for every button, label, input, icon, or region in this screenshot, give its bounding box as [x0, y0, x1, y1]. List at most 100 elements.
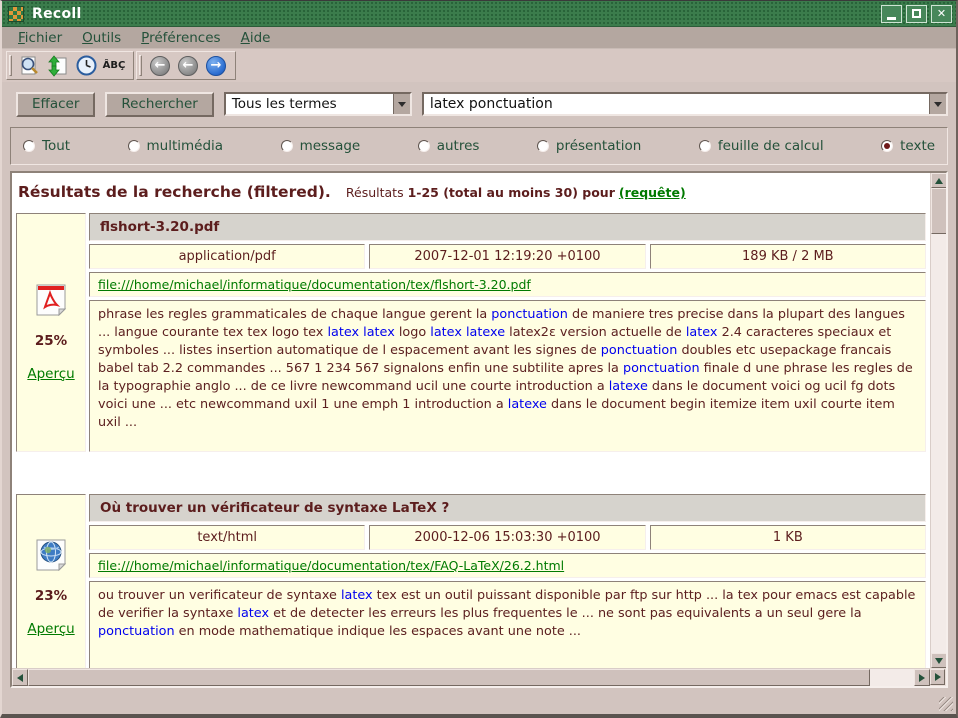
radio-icon [281, 140, 293, 152]
preview-link[interactable]: Aperçu [27, 366, 74, 382]
result-1-main: flshort-3.20.pdf application/pdf 2007-12… [89, 213, 926, 452]
search-mode-value: Tous les termes [226, 96, 393, 112]
filter-label: texte [900, 138, 935, 154]
arrow-right-icon [935, 673, 945, 681]
query-combobox[interactable]: latex ponctuation [422, 92, 948, 116]
history-button[interactable] [73, 54, 99, 78]
advanced-search-button[interactable] [17, 54, 43, 78]
first-page-button[interactable]: ← [147, 54, 173, 78]
highlighted-term: ponctuation [601, 343, 678, 358]
result-size: 189 KB / 2 MB [650, 244, 926, 269]
filter-label: autres [437, 138, 480, 154]
highlighted-term: ponctuation [491, 307, 568, 322]
term-explorer-button[interactable]: ÂBÇ [101, 54, 127, 78]
filter-radio-feuille-de-calcul[interactable]: feuille de calcul [699, 138, 824, 154]
relevance-percent: 23% [35, 588, 67, 604]
result-title: flshort-3.20.pdf [89, 213, 926, 241]
horizontal-scroll-track[interactable] [870, 669, 914, 686]
menubar: Fichier Outils Préférences Aide [2, 27, 956, 49]
filter-radio-message[interactable]: message [281, 138, 361, 154]
results-header: Résultats de la recherche (filtered). Ré… [16, 177, 928, 211]
result-meta-row: application/pdf 2007-12-01 12:19:20 +010… [89, 244, 926, 269]
search-mode-combobox[interactable]: Tous les termes [224, 92, 412, 116]
filter-radio-presentation[interactable]: présentation [537, 138, 641, 154]
window-title: Recoll [32, 6, 881, 22]
close-button[interactable]: ✕ [931, 5, 952, 23]
main-area: Effacer Rechercher Tous les termes latex… [2, 82, 956, 714]
highlighted-term: ponctuation [98, 624, 175, 639]
scrollbar-corner [930, 668, 946, 686]
clear-button[interactable]: Effacer [16, 92, 95, 117]
results-frame: Résultats de la recherche (filtered). Ré… [10, 171, 948, 688]
previous-page-arrow-icon: ← [178, 56, 198, 76]
scroll-up-button[interactable] [931, 173, 947, 188]
result-snippet: ou trouver un verificateur de syntaxe la… [89, 581, 926, 668]
maximize-icon [912, 9, 921, 18]
radio-icon [699, 140, 711, 152]
vertical-scroll-thumb[interactable] [931, 188, 947, 234]
result-2-main: Où trouver un vérificateur de syntaxe La… [89, 494, 926, 668]
chevron-down-icon[interactable] [393, 94, 410, 114]
menu-aide[interactable]: Aide [233, 29, 279, 47]
term-explorer-icon: ÂBÇ [103, 60, 126, 71]
result-url-link[interactable]: file:///home/michael/informatique/docume… [98, 558, 564, 573]
recoll-app-icon [8, 6, 24, 22]
preview-link[interactable]: Aperçu [27, 621, 74, 637]
radio-icon [23, 140, 35, 152]
update-index-button[interactable] [45, 54, 71, 78]
filter-radio-autres[interactable]: autres [418, 138, 480, 154]
resize-grip-icon[interactable] [939, 697, 953, 711]
previous-page-button[interactable]: ← [175, 54, 201, 78]
menu-fichier[interactable]: Fichier [10, 29, 70, 47]
toolbar-group-tools: ÂBÇ [6, 51, 134, 80]
arrow-down-icon [935, 658, 943, 668]
scroll-down-button[interactable] [931, 653, 947, 668]
result-2-side: 23% Aperçu [16, 494, 86, 668]
scroll-right-button[interactable] [914, 669, 930, 686]
highlighted-term: latex [686, 325, 718, 340]
vertical-scrollbar[interactable] [930, 173, 946, 668]
filter-radio-tout[interactable]: Tout [23, 138, 70, 154]
menu-preferences[interactable]: Préférences [133, 29, 228, 47]
scroll-right-button[interactable] [930, 669, 945, 685]
pdf-file-icon [36, 284, 66, 316]
search-button[interactable]: Rechercher [105, 92, 213, 117]
first-page-arrow-icon: ← [150, 56, 170, 76]
next-page-button[interactable]: → [203, 54, 229, 78]
filter-radio-texte[interactable]: texte [881, 138, 935, 154]
category-filter-panel: Tout multimédia message autres présentat… [10, 127, 948, 165]
result-mime: application/pdf [89, 244, 365, 269]
minimize-button[interactable] [881, 5, 902, 23]
filter-label: présentation [556, 138, 641, 154]
toolbar-group-nav: ← ← → [136, 51, 236, 80]
radio-icon [128, 140, 140, 152]
filter-label: multimédia [147, 138, 224, 154]
maximize-button[interactable] [906, 5, 927, 23]
result-url-cell: file:///home/michael/informatique/docume… [89, 553, 926, 578]
chevron-down-icon[interactable] [929, 94, 946, 114]
result-mime: text/html [89, 525, 365, 550]
horizontal-scroll-thumb[interactable] [28, 669, 870, 686]
scroll-left-button[interactable] [12, 669, 28, 686]
filter-label: Tout [42, 138, 70, 154]
highlighted-term: ponctuation [623, 361, 700, 376]
toolbar-drag-handle[interactable] [9, 55, 12, 76]
result-url-link[interactable]: file:///home/michael/informatique/docume… [98, 277, 531, 292]
horizontal-scrollbar[interactable] [12, 668, 930, 686]
result-url-cell: file:///home/michael/informatique/docume… [89, 272, 926, 297]
highlighted-term: latex latex [327, 325, 394, 340]
result-size: 1 KB [650, 525, 926, 550]
toolbar: ÂBÇ ← ← → [2, 49, 956, 82]
arrow-left-icon [13, 674, 23, 682]
toolbar-drag-handle[interactable] [139, 55, 142, 76]
filter-label: message [300, 138, 361, 154]
radio-icon [537, 140, 549, 152]
arrow-right-icon [919, 674, 929, 682]
filter-radio-multimedia[interactable]: multimédia [128, 138, 224, 154]
query-details-link[interactable]: (requête) [619, 185, 686, 200]
results-list: Résultats de la recherche (filtered). Ré… [12, 173, 930, 668]
menu-outils[interactable]: Outils [74, 29, 129, 47]
highlighted-term: latex latexe [430, 325, 505, 340]
result-row-2: 23% Aperçu Où trouver un vérificateur de… [16, 494, 926, 668]
highlighted-term: latexe [508, 397, 547, 412]
